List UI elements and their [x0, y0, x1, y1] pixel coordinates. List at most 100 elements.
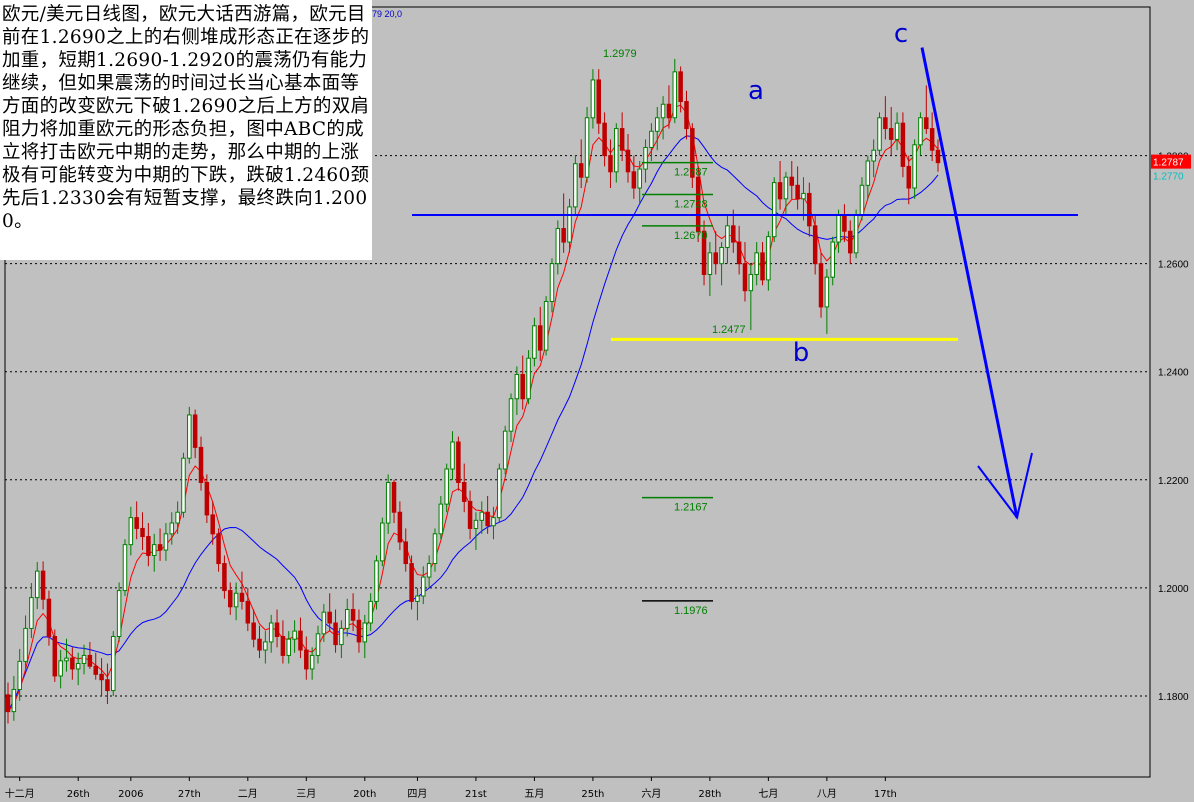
candle-body — [807, 192, 812, 227]
candle-body — [151, 544, 157, 556]
candle-body — [619, 128, 625, 151]
candle-body — [122, 544, 128, 592]
candle-body — [830, 241, 835, 278]
candle-body — [444, 468, 449, 505]
candle-body — [268, 622, 274, 643]
candle-body — [719, 246, 724, 265]
current-price-label: 1.2787 — [1153, 158, 1184, 169]
annotation-box: 欧元/美元日线图，欧元大话西游篇，欧元目前在1.2690之上的右侧堆成形态正在逐… — [0, 0, 372, 260]
candle-body — [216, 533, 221, 565]
candle-body — [456, 441, 461, 484]
candle-body — [900, 122, 906, 167]
x-tick-label: 25th — [581, 789, 604, 800]
candle-body — [479, 511, 485, 521]
candle-body — [17, 660, 22, 690]
candle-body — [362, 622, 368, 643]
candle-body — [520, 373, 525, 400]
candle-body — [64, 657, 69, 662]
candle-body — [707, 252, 713, 275]
candle-body — [157, 544, 163, 551]
candle-body — [491, 517, 496, 527]
candle-body — [532, 325, 537, 359]
candle-body — [573, 163, 578, 208]
x-tick-label: 八月 — [817, 788, 837, 800]
candle-body — [450, 441, 455, 470]
annotation-text: 欧元/美元日线图，欧元大话西游篇，欧元目前在1.2690之上的右侧堆成形态正在逐… — [2, 4, 370, 232]
candle-body — [421, 576, 426, 597]
candle-body — [228, 590, 233, 608]
candle-body — [842, 214, 847, 232]
candle-body — [549, 263, 555, 302]
candle-body — [380, 522, 385, 562]
x-tick-label: 21st — [465, 789, 487, 800]
candle-body — [198, 446, 204, 484]
candle-body — [5, 694, 11, 713]
candle-body — [40, 570, 46, 600]
candle-body — [169, 522, 175, 535]
candle-body — [403, 541, 408, 565]
x-tick-label: 三月 — [296, 788, 316, 800]
y-tick-label: 1.2200 — [1158, 476, 1189, 487]
y-tick-label: 1.1800 — [1158, 692, 1189, 703]
candle-body — [432, 533, 438, 565]
candle-body — [339, 627, 344, 646]
candle-body — [578, 163, 584, 178]
candle-body — [713, 252, 718, 265]
y-tick-label: 1.2000 — [1158, 584, 1189, 595]
candle-body — [233, 592, 239, 608]
candle-body — [274, 622, 280, 638]
candle-body — [608, 155, 613, 173]
candle-body — [116, 590, 122, 638]
candle-body — [298, 630, 303, 651]
fib-level-label: 1.1976 — [674, 605, 708, 617]
candle-body — [614, 128, 619, 173]
candle-body — [684, 101, 689, 130]
candle-body — [140, 527, 145, 538]
candle-body — [678, 71, 683, 103]
candle-body — [742, 263, 748, 292]
candle-body — [754, 252, 759, 275]
candle-body — [888, 128, 894, 140]
candle-body — [871, 149, 876, 162]
candle-body — [771, 182, 777, 238]
candle-body — [58, 660, 63, 677]
candle-body — [34, 570, 40, 599]
fib-level-label: 1.2670 — [674, 230, 708, 242]
candle-body — [181, 457, 186, 513]
candle-body — [111, 636, 116, 692]
candle-body — [304, 649, 309, 670]
wave-label: a — [748, 76, 764, 106]
y-tick-label: 1.2600 — [1158, 260, 1189, 271]
candle-body — [555, 228, 561, 265]
candle-body — [766, 236, 771, 281]
candle-body — [596, 79, 602, 124]
candle-body — [385, 482, 391, 524]
candle-body — [473, 519, 479, 529]
candle-body — [643, 146, 648, 170]
candle-body — [70, 657, 75, 670]
candle-body — [146, 536, 151, 556]
candle-body — [748, 273, 754, 292]
candle-body — [906, 165, 912, 189]
candle-body — [52, 636, 58, 677]
candle-body — [924, 117, 929, 130]
candle-body — [584, 117, 590, 178]
candle-body — [514, 373, 520, 400]
candle-body — [93, 665, 98, 675]
candle-body — [731, 225, 736, 243]
candle-body — [286, 638, 292, 656]
fib-level-label: 1.2787 — [674, 167, 708, 179]
candle-body — [81, 654, 87, 665]
candle-body — [526, 357, 531, 400]
candle-body — [280, 636, 286, 656]
candle-body — [344, 608, 350, 629]
candle-body — [725, 225, 730, 248]
candle-body — [801, 192, 806, 200]
candle-body — [561, 228, 566, 243]
candle-body — [812, 225, 818, 265]
candle-body — [321, 611, 327, 635]
candle-body — [23, 627, 28, 662]
x-tick-label: 五月 — [524, 788, 544, 800]
x-tick-label: 28th — [698, 789, 721, 800]
candle-body — [777, 182, 783, 200]
